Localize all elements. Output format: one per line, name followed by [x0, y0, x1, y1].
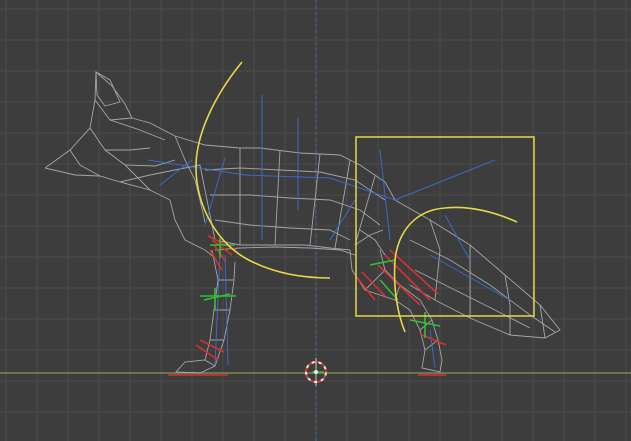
hind-leg — [349, 249, 443, 373]
head-outline — [44, 71, 260, 169]
fox-mesh-wireframe[interactable] — [44, 71, 561, 374]
armature-bones[interactable] — [147, 95, 511, 369]
ear — [95, 71, 121, 107]
3d-viewport[interactable] — [0, 0, 631, 441]
viewport-canvas[interactable] — [0, 0, 631, 441]
ik-controls-green[interactable] — [200, 238, 441, 373]
tail — [394, 199, 561, 339]
